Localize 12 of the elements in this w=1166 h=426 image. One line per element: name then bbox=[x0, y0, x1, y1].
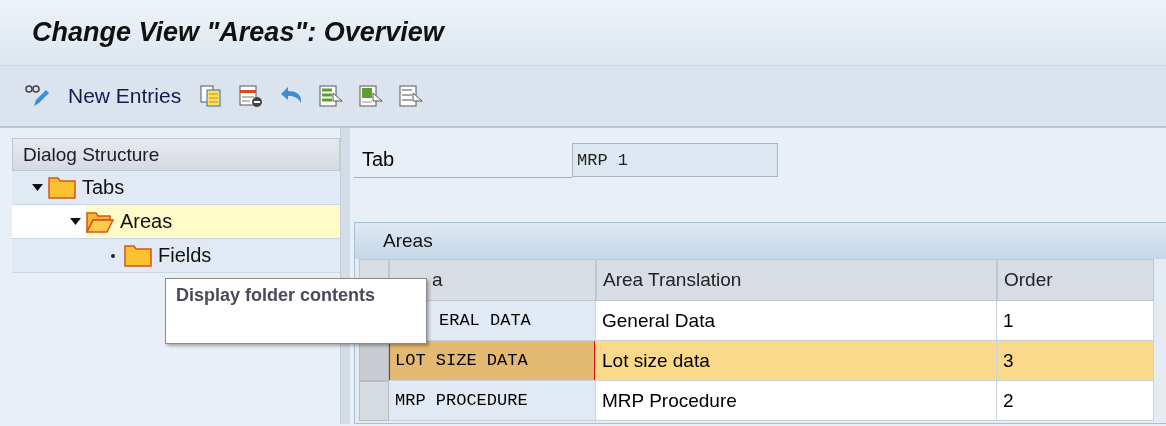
table-cell: 2 bbox=[997, 381, 1154, 421]
table-cell: LOT SIZE DATA bbox=[389, 341, 596, 381]
window-title: Change View "Areas": Overview bbox=[32, 17, 444, 48]
table-cell: MRP PROCEDURE bbox=[389, 381, 596, 421]
table-title: Areas bbox=[355, 223, 1166, 259]
table-cell: General Data bbox=[596, 301, 997, 341]
table-cell: 1 bbox=[997, 301, 1154, 341]
table-cell: 3 bbox=[997, 341, 1154, 381]
panel-header: Dialog Structure bbox=[12, 138, 340, 171]
table-cell: Lot size data bbox=[596, 341, 997, 381]
table-cell: MRP Procedure bbox=[596, 381, 997, 421]
tooltip: Display folder contents bbox=[165, 278, 427, 344]
